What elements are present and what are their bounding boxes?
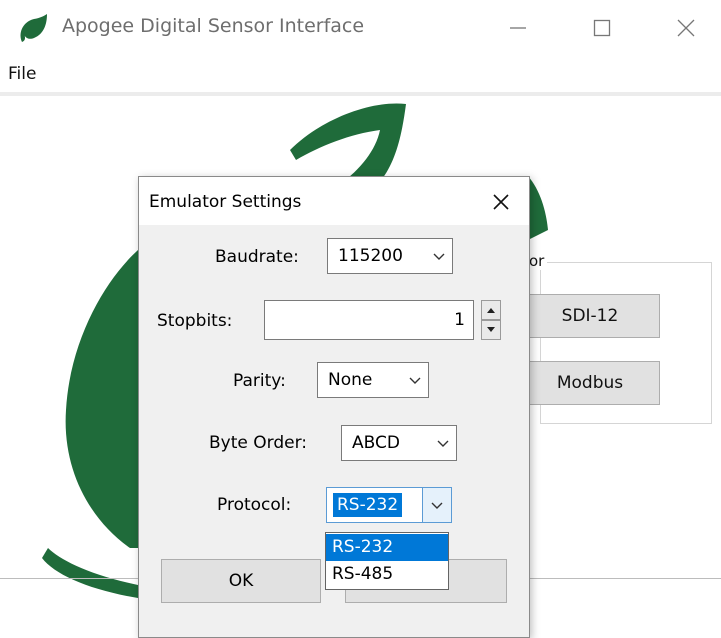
dialog-close-button[interactable]	[487, 189, 515, 215]
byte-order-label: Byte Order:	[209, 433, 307, 453]
parity-value: None	[328, 370, 373, 390]
protocol-value: RS-232	[333, 493, 403, 517]
close-icon	[677, 19, 695, 37]
protocol-select[interactable]: RS-232	[326, 487, 452, 523]
stopbits-value: 1	[454, 310, 465, 330]
stopbits-spinner	[481, 300, 501, 340]
minimize-icon	[510, 27, 526, 29]
parity-select[interactable]: None	[317, 362, 429, 398]
baudrate-value: 115200	[338, 246, 403, 266]
protocol-label: Protocol:	[217, 495, 292, 515]
dialog-title: Emulator Settings	[149, 192, 302, 212]
spin-down-arrow-icon	[487, 327, 495, 332]
ok-button[interactable]: OK	[161, 559, 321, 603]
protocol-option-rs485[interactable]: RS-485	[326, 561, 448, 588]
chevron-down-icon	[430, 438, 456, 448]
close-window-button[interactable]	[660, 8, 712, 48]
protocol-option-rs232[interactable]: RS-232	[326, 534, 448, 561]
chevron-down-icon	[426, 251, 452, 261]
close-icon	[493, 194, 509, 210]
modbus-button[interactable]: Modbus	[520, 361, 660, 405]
byte-order-value: ABCD	[352, 433, 400, 453]
spin-down-button[interactable]	[481, 320, 501, 340]
baudrate-label: Baudrate:	[215, 247, 299, 267]
leaf-logo-icon	[20, 14, 47, 42]
byte-order-select[interactable]: ABCD	[341, 425, 457, 461]
maximize-button[interactable]	[576, 8, 628, 48]
spin-up-arrow-icon	[487, 308, 495, 313]
parity-label: Parity:	[233, 371, 286, 391]
dialog-title-bar: Emulator Settings	[139, 177, 529, 225]
stopbits-input[interactable]: 1	[264, 300, 474, 340]
sdi12-button[interactable]: SDI-12	[520, 294, 660, 338]
stopbits-label: Stopbits:	[157, 311, 233, 331]
spin-up-button[interactable]	[481, 300, 501, 320]
window-title: Apogee Digital Sensor Interface	[62, 15, 365, 37]
chevron-down-icon	[402, 375, 428, 385]
protocol-dropdown-list: RS-232 RS-485	[325, 532, 449, 590]
baudrate-select[interactable]: 115200	[327, 238, 453, 274]
minimize-button[interactable]	[492, 8, 544, 48]
title-bar: Apogee Digital Sensor Interface	[0, 0, 721, 58]
chevron-down-icon	[422, 488, 451, 522]
menu-bar: File	[0, 58, 721, 92]
maximize-icon	[593, 19, 611, 37]
menu-file[interactable]: File	[8, 64, 36, 84]
